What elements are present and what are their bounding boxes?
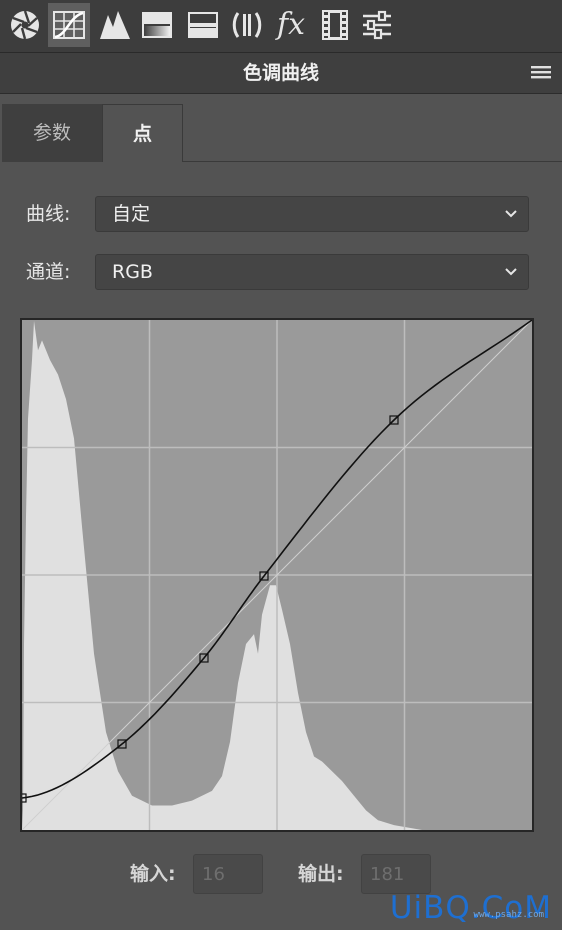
sliders-icon: [363, 10, 391, 40]
brightness-icon: [11, 10, 39, 40]
adjustments-toolbar: fx: [0, 0, 562, 52]
chevron-down-icon: [505, 268, 517, 276]
fx-tool-button[interactable]: fx: [270, 3, 312, 47]
channel-label: 通道:: [26, 261, 71, 283]
output-label: 输出:: [298, 863, 344, 885]
channel-row: 通道: RGB: [0, 254, 562, 290]
fx-icon: fx: [276, 7, 306, 42]
levels-tool-button[interactable]: [94, 3, 136, 47]
tab-bar: 参数 点: [0, 104, 562, 162]
film-tool-button[interactable]: [314, 3, 356, 47]
vibrance-icon: [232, 12, 262, 38]
curve-preset-row: 曲线: 自定: [0, 196, 562, 232]
input-field[interactable]: 16: [193, 854, 263, 894]
gradient-map-tool-button[interactable]: [136, 3, 178, 47]
panel-title: 色调曲线: [242, 62, 319, 84]
curve-preset-dropdown[interactable]: 自定: [95, 196, 529, 232]
watermark-logo: UiBQ.CoM: [389, 890, 552, 926]
curves-icon: [53, 11, 85, 39]
panel-header: 色调曲线: [0, 52, 562, 94]
chevron-down-icon: [505, 210, 517, 218]
input-label: 输入:: [130, 863, 176, 885]
curve-graph[interactable]: [20, 318, 534, 832]
sliders-tool-button[interactable]: [356, 3, 398, 47]
curve-preset-value: 自定: [112, 203, 151, 225]
channel-value: RGB: [112, 261, 153, 283]
vibrance-tool-button[interactable]: [226, 3, 268, 47]
tab-divider: [182, 161, 562, 162]
threshold-tool-button[interactable]: [182, 3, 224, 47]
curve-canvas[interactable]: [20, 318, 534, 832]
curve-preset-label: 曲线:: [26, 203, 71, 225]
tab-points[interactable]: 点: [102, 104, 183, 162]
gradient-map-icon: [142, 12, 172, 38]
brightness-tool-button[interactable]: [4, 3, 46, 47]
tab-parameters[interactable]: 参数: [2, 104, 102, 162]
film-icon: [322, 10, 348, 40]
hamburger-menu-icon[interactable]: [530, 65, 552, 81]
threshold-icon: [188, 12, 218, 38]
channel-dropdown[interactable]: RGB: [95, 254, 529, 290]
watermark-url: www.psahz.com: [473, 910, 544, 920]
curves-tool-button[interactable]: [48, 3, 90, 47]
levels-icon: [100, 11, 130, 39]
